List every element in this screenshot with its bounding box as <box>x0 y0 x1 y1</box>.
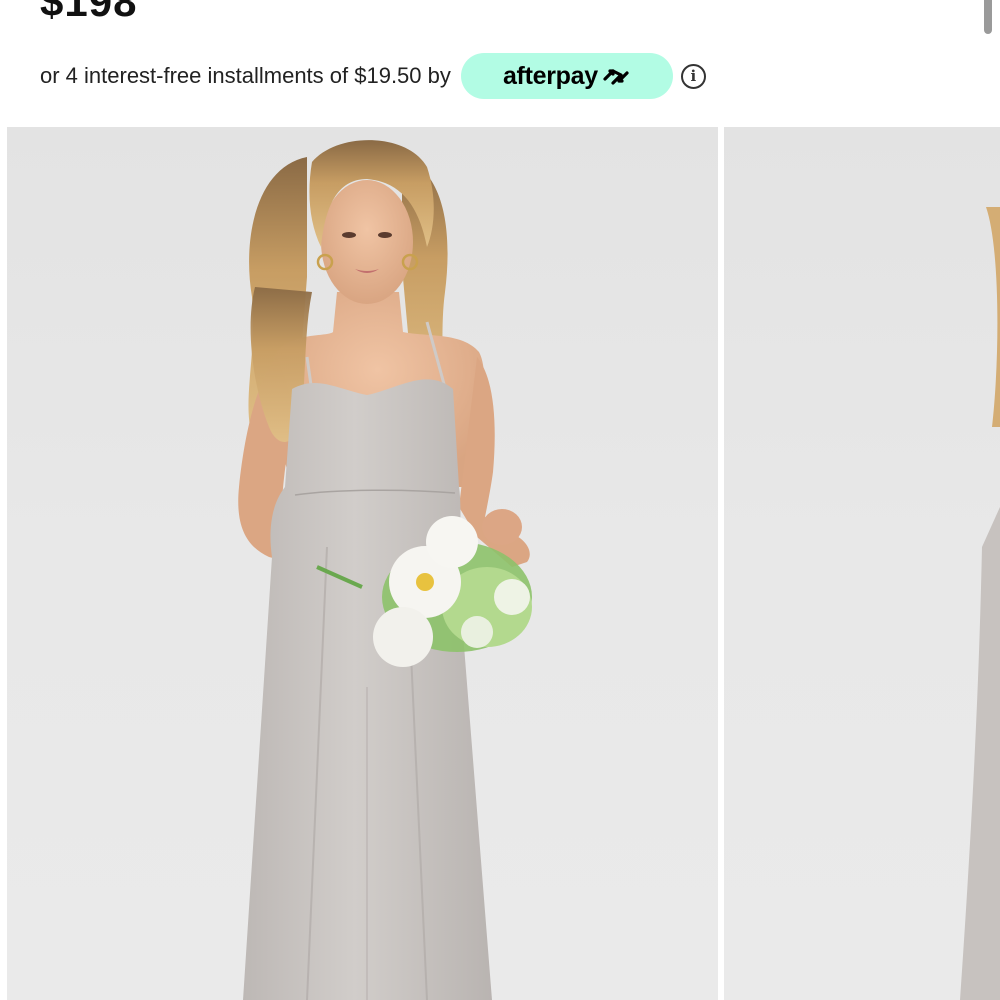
afterpay-installments-row: or 4 interest-free installments of $19.5… <box>40 52 706 100</box>
info-icon[interactable]: i <box>680 63 706 89</box>
afterpay-badge[interactable]: afterpay <box>460 53 673 99</box>
model-illustration <box>238 140 532 1000</box>
installments-text: or 4 interest-free installments of $19.5… <box>40 63 451 88</box>
product-price: $198 <box>40 0 138 25</box>
afterpay-label: afterpay <box>502 61 598 90</box>
product-price-header: $198 or 4 interest-free installments of … <box>0 0 1000 127</box>
model-partial-illustration <box>960 207 1000 1000</box>
model-side-view-photo[interactable] <box>724 127 1000 1000</box>
model-front-view-photo[interactable] <box>7 127 718 1000</box>
afterpay-arrows-icon <box>603 69 629 85</box>
product-image-gallery[interactable] <box>0 127 1000 1000</box>
scrollbar-thumb[interactable] <box>984 0 992 34</box>
